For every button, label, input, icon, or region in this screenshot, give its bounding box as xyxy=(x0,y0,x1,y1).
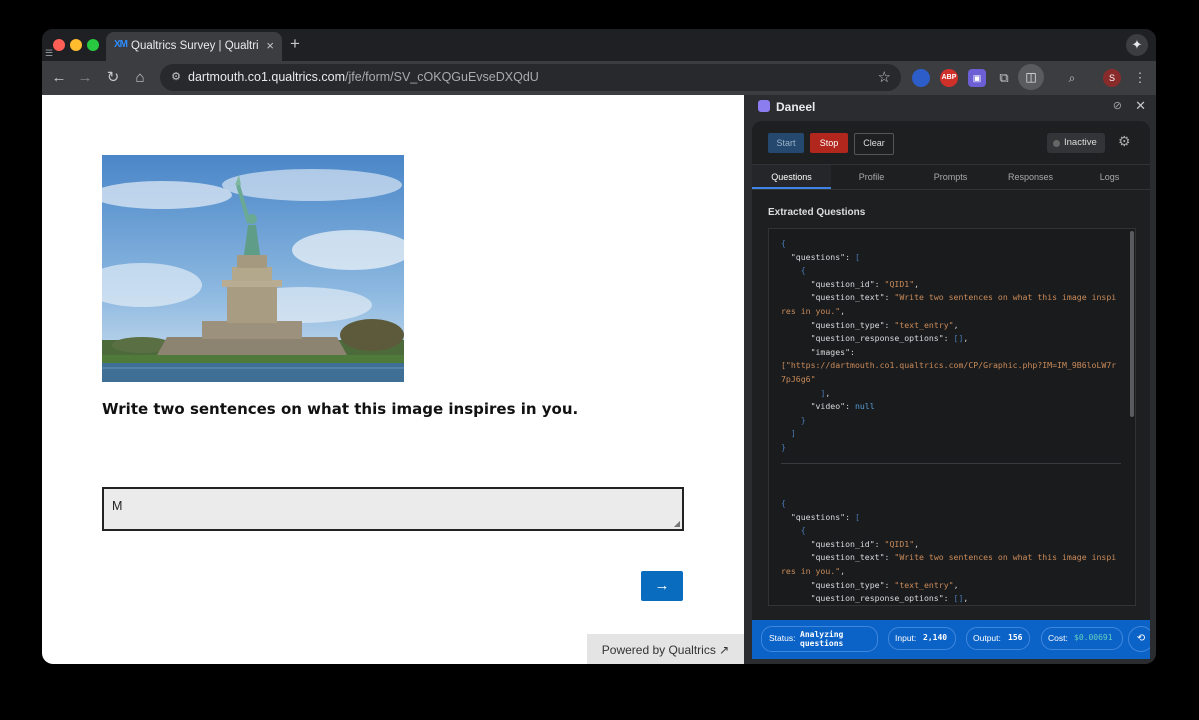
daneel-logo-icon xyxy=(758,100,770,112)
powered-by-link[interactable]: Powered by Qualtrics ↗ xyxy=(587,634,744,664)
extracted-json-box[interactable]: { "questions": [ { "question_id": "QID1"… xyxy=(768,228,1136,606)
browser-menu-icon[interactable]: ⋮ xyxy=(1131,69,1149,87)
reload-icon[interactable]: ↻ xyxy=(103,68,123,88)
tab-strip: ☰ XM Qualtrics Survey | Qualtrics E × + … xyxy=(42,29,1156,61)
url-text: dartmouth.co1.qualtrics.com/jfe/form/SV_… xyxy=(188,70,539,84)
url-path: /jfe/form/SV_cOKQGuEvseDXQdU xyxy=(345,70,539,84)
state-dot-icon xyxy=(1053,140,1060,147)
qualtrics-favicon-icon: XM xyxy=(114,39,128,50)
cost-label: Cost: xyxy=(1048,633,1068,643)
json-question-id: QID1 xyxy=(889,278,910,289)
home-icon[interactable]: ⌂ xyxy=(130,68,150,88)
external-link-icon: ↗ xyxy=(719,643,730,657)
json-video: null xyxy=(854,401,875,412)
refresh-icon[interactable]: ⟲ xyxy=(1128,626,1150,652)
next-button[interactable]: → xyxy=(641,571,683,601)
input-value: 2,140 xyxy=(923,633,948,642)
browser-toolbar: ← → ↻ ⌂ ⚙ dartmouth.co1.qualtrics.com/jf… xyxy=(42,61,1156,95)
status-pill: Status: Analyzing questions xyxy=(761,626,878,652)
survey-page: Write two sentences on what this image i… xyxy=(42,95,744,664)
cost-pill: Cost: $0.00691 xyxy=(1041,627,1123,650)
json-response-options-2: [] xyxy=(953,593,964,604)
tab-responses[interactable]: Responses xyxy=(991,165,1070,189)
minimize-window-button[interactable] xyxy=(70,39,82,51)
tab-prompts[interactable]: Prompts xyxy=(911,165,990,189)
puzzle-icon[interactable]: ⧉ xyxy=(995,69,1013,87)
daneel-icon[interactable]: ▣ xyxy=(968,69,986,87)
maximize-window-button[interactable] xyxy=(87,39,99,51)
bookmark-star-icon[interactable]: ☆ xyxy=(878,68,891,86)
url-host: dartmouth.co1.qualtrics.com xyxy=(188,70,346,84)
panel-header: Daneel ⊘ ✕ xyxy=(744,95,1156,119)
output-value: 156 xyxy=(1008,633,1023,642)
panel-title: Daneel xyxy=(776,100,816,114)
json-divider xyxy=(781,462,1121,464)
close-panel-icon[interactable]: ✕ xyxy=(1135,98,1146,114)
statue-of-liberty-photo xyxy=(102,155,404,382)
json-scrollbar[interactable] xyxy=(1130,231,1134,417)
output-tokens-pill: Output: 156 xyxy=(966,627,1030,650)
shield-icon[interactable] xyxy=(912,69,930,87)
gemini-sparkle-icon[interactable]: ✦ xyxy=(1126,34,1148,56)
daneel-side-panel: Daneel ⊘ ✕ Start Stop Clear Inactive ⚙ Q… xyxy=(744,95,1156,664)
cost-value: $0.00691 xyxy=(1074,633,1113,642)
input-tokens-pill: Input: 2,140 xyxy=(888,627,956,650)
json-question-type-2: text_entry xyxy=(899,579,949,590)
side-panel-icon[interactable]: ◫ xyxy=(1018,64,1044,90)
output-label: Output: xyxy=(973,633,1001,643)
json-question-id-2: QID1 xyxy=(889,538,910,549)
json-response-options: [] xyxy=(953,333,964,344)
status-value-2: questions xyxy=(800,639,844,648)
state-badge: Inactive xyxy=(1047,133,1105,153)
answer-textarea[interactable]: M ◢ xyxy=(102,487,684,531)
site-info-icon[interactable]: ⚙ xyxy=(168,70,184,86)
abp-icon[interactable]: ABP xyxy=(940,69,958,87)
stop-button[interactable]: Stop xyxy=(810,133,848,153)
search-lens-icon[interactable]: ⌕ xyxy=(1063,69,1081,87)
json-image-url: https://dartmouth.co1.qualtrics.com/CP/G… xyxy=(781,360,1117,384)
settings-gear-icon[interactable]: ⚙ xyxy=(1118,133,1131,150)
status-value-1: Analyzing xyxy=(800,630,844,639)
status-bar: Status: Analyzing questions Input: 2,140… xyxy=(752,620,1150,659)
panel-content: Start Stop Clear Inactive ⚙ Questions Pr… xyxy=(752,121,1150,659)
start-button[interactable]: Start xyxy=(768,133,804,153)
answer-value: M xyxy=(112,499,123,513)
new-tab-button[interactable]: + xyxy=(290,34,300,54)
browser-tab[interactable]: XM Qualtrics Survey | Qualtrics E × xyxy=(106,32,282,61)
forward-arrow-icon[interactable]: → xyxy=(75,68,95,88)
profile-avatar[interactable]: S xyxy=(1103,69,1121,87)
tab-profile[interactable]: Profile xyxy=(832,165,911,189)
tab-search-icon[interactable]: ☰ xyxy=(45,48,55,58)
tab-close-icon[interactable]: × xyxy=(266,38,274,53)
tab-questions[interactable]: Questions xyxy=(752,165,831,189)
question-text: Write two sentences on what this image i… xyxy=(102,400,579,418)
tab-title: Qualtrics Survey | Qualtrics E xyxy=(131,40,259,52)
clear-button[interactable]: Clear xyxy=(854,133,894,155)
unpin-icon[interactable]: ⊘ xyxy=(1113,99,1122,112)
back-arrow-icon[interactable]: ← xyxy=(49,68,69,88)
powered-by-text: Powered by Qualtrics xyxy=(601,643,716,657)
input-label: Input: xyxy=(895,633,917,643)
state-label: Inactive xyxy=(1064,137,1097,148)
section-title: Extracted Questions xyxy=(768,207,866,218)
browser-window: ☰ XM Qualtrics Survey | Qualtrics E × + … xyxy=(42,29,1156,664)
json-question-type: text_entry xyxy=(899,319,949,330)
tab-logs[interactable]: Logs xyxy=(1070,165,1149,189)
status-label: Status: xyxy=(769,633,796,643)
resize-handle-icon[interactable]: ◢ xyxy=(674,519,680,528)
address-bar[interactable]: ⚙ dartmouth.co1.qualtrics.com/jfe/form/S… xyxy=(160,64,901,91)
panel-tabs: Questions Profile Prompts Responses Logs xyxy=(752,164,1150,190)
json-output: { "questions": [ { "question_id": "QID1"… xyxy=(781,237,1121,605)
